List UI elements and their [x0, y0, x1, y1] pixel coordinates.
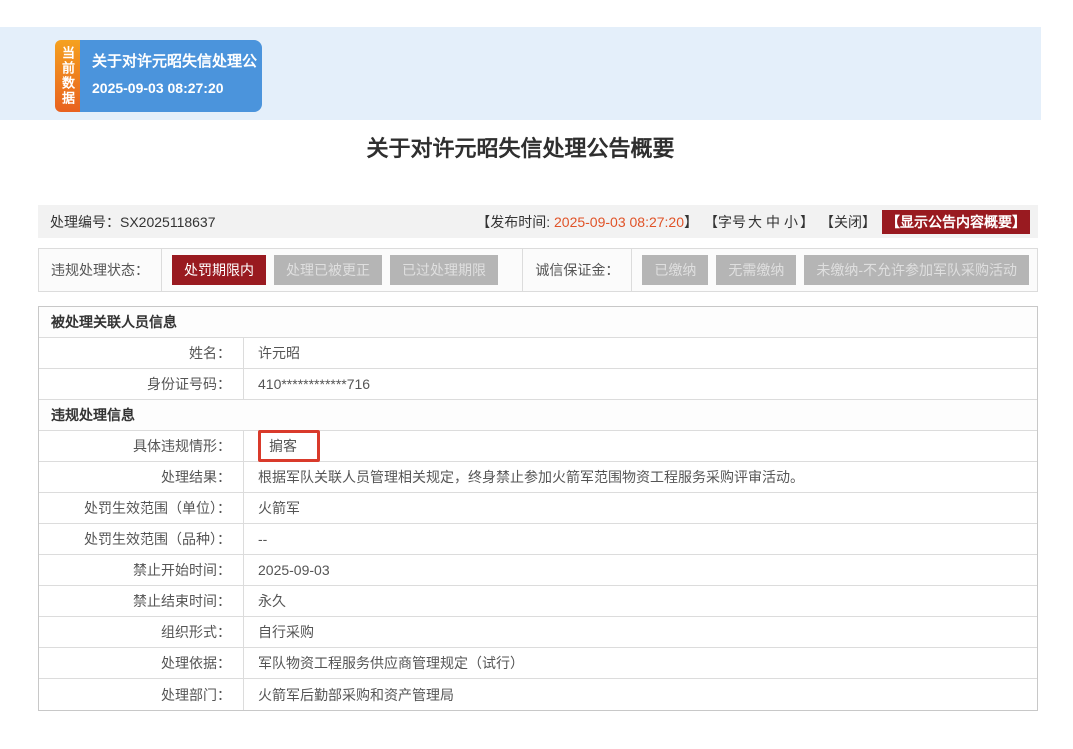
row-label: 身份证号码： [39, 369, 244, 399]
violation-option-button[interactable]: 处理已被更正 [274, 255, 382, 285]
row-label: 禁止开始时间： [39, 555, 244, 585]
info-bar-actions: 【发布时间: 2025-09-03 08:27:20】 【字号大中小】 【关闭】… [470, 210, 1030, 234]
violation-status-group: 违规处理状态： 处罚期限内处理已被更正已过处理期限 [39, 249, 522, 291]
table-row: 身份证号码：410************716 [39, 369, 1037, 400]
row-label: 具体违规情形： [39, 431, 244, 461]
deposit-status-group: 诚信保证金： 已缴纳无需缴纳未缴纳-不允许参加军队采购活动 [522, 249, 1037, 291]
table-row: 禁止开始时间：2025-09-03 [39, 555, 1037, 586]
banner-notice-title: 关于对许元昭失信处理公 [92, 50, 250, 71]
row-label: 处理结果： [39, 462, 244, 492]
section-header: 违规处理信息 [39, 400, 1037, 431]
publish-time-suffix: 】 [684, 214, 698, 230]
publish-time: 【发布时间: 2025-09-03 08:27:20】 [476, 212, 698, 232]
current-data-tab[interactable]: 当前数据 [55, 40, 80, 112]
row-value: -- [244, 524, 1037, 554]
font-size-large[interactable]: 大 [748, 214, 762, 230]
deposit-option-button[interactable]: 已缴纳 [642, 255, 708, 285]
deposit-status-label: 诚信保证金： [523, 249, 632, 291]
publish-time-prefix: 【发布时间: [476, 214, 554, 230]
row-value: 许元昭 [244, 338, 1037, 368]
info-bar: 处理编号：SX2025118637 【发布时间: 2025-09-03 08:2… [38, 205, 1038, 238]
font-size-medium[interactable]: 中 [766, 214, 780, 230]
highlight-annotation: 掮客 [258, 430, 320, 462]
font-size-prefix: 【字号 [704, 214, 746, 230]
row-value: 军队物资工程服务供应商管理规定（试行） [244, 648, 1037, 678]
row-value: 掮客 [244, 431, 1037, 461]
row-label: 处罚生效范围（品种）： [39, 524, 244, 554]
banner-timestamp: 2025-09-03 08:27:20 [92, 80, 250, 96]
detail-table: 被处理关联人员信息姓名：许元昭身份证号码：410************716违… [38, 306, 1038, 711]
violation-status-label: 违规处理状态： [39, 249, 162, 291]
row-value: 永久 [244, 586, 1037, 616]
font-size-small[interactable]: 小 [784, 214, 798, 230]
row-label: 组织形式： [39, 617, 244, 647]
doc-number-value: SX2025118637 [120, 214, 216, 230]
deposit-status-options: 已缴纳无需缴纳未缴纳-不允许参加军队采购活动 [642, 255, 1037, 285]
status-bar: 违规处理状态： 处罚期限内处理已被更正已过处理期限 诚信保证金： 已缴纳无需缴纳… [38, 248, 1038, 292]
row-value: 410************716 [244, 369, 1037, 399]
table-row: 禁止结束时间：永久 [39, 586, 1037, 617]
close-button[interactable]: 【关闭】 [820, 212, 876, 232]
page-title: 关于对许元昭失信处理公告概要 [0, 131, 1041, 163]
doc-number: 处理编号：SX2025118637 [50, 212, 216, 232]
violation-option-button[interactable]: 已过处理期限 [390, 255, 498, 285]
row-label: 处理依据： [39, 648, 244, 678]
table-row: 处罚生效范围（品种）：-- [39, 524, 1037, 555]
violation-status-options: 处罚期限内处理已被更正已过处理期限 [172, 255, 506, 285]
font-size-control: 【字号大中小】 [704, 212, 814, 232]
deposit-option-button[interactable]: 无需缴纳 [716, 255, 796, 285]
violation-option-button[interactable]: 处罚期限内 [172, 255, 266, 285]
current-data-box[interactable]: 关于对许元昭失信处理公 2025-09-03 08:27:20 [80, 40, 262, 112]
row-value: 火箭军后勤部采购和资产管理局 [244, 679, 1037, 710]
row-label: 姓名： [39, 338, 244, 368]
table-row: 组织形式：自行采购 [39, 617, 1037, 648]
row-value: 火箭军 [244, 493, 1037, 523]
deposit-option-button[interactable]: 未缴纳-不允许参加军队采购活动 [804, 255, 1029, 285]
row-value: 2025-09-03 [244, 555, 1037, 585]
row-value: 自行采购 [244, 617, 1037, 647]
table-row: 姓名：许元昭 [39, 338, 1037, 369]
publish-time-value: 2025-09-03 08:27:20 [554, 214, 684, 230]
row-label: 禁止结束时间： [39, 586, 244, 616]
show-summary-button[interactable]: 【显示公告内容概要】 [882, 210, 1030, 234]
row-label: 处理部门： [39, 679, 244, 710]
table-row: 处罚生效范围（单位）：火箭军 [39, 493, 1037, 524]
table-row: 处理部门：火箭军后勤部采购和资产管理局 [39, 679, 1037, 710]
row-label: 处罚生效范围（单位）： [39, 493, 244, 523]
section-header: 被处理关联人员信息 [39, 307, 1037, 338]
font-size-suffix: 】 [800, 214, 814, 230]
table-row: 具体违规情形： 掮客 [39, 431, 1037, 462]
table-row: 处理结果：根据军队关联人员管理相关规定，终身禁止参加火箭军范围物资工程服务采购评… [39, 462, 1037, 493]
current-data-banner[interactable]: 当前数据 关于对许元昭失信处理公 2025-09-03 08:27:20 [55, 40, 262, 112]
row-value: 根据军队关联人员管理相关规定，终身禁止参加火箭军范围物资工程服务采购评审活动。 [244, 462, 1037, 492]
table-row: 处理依据：军队物资工程服务供应商管理规定（试行） [39, 648, 1037, 679]
doc-number-label: 处理编号： [50, 214, 120, 230]
